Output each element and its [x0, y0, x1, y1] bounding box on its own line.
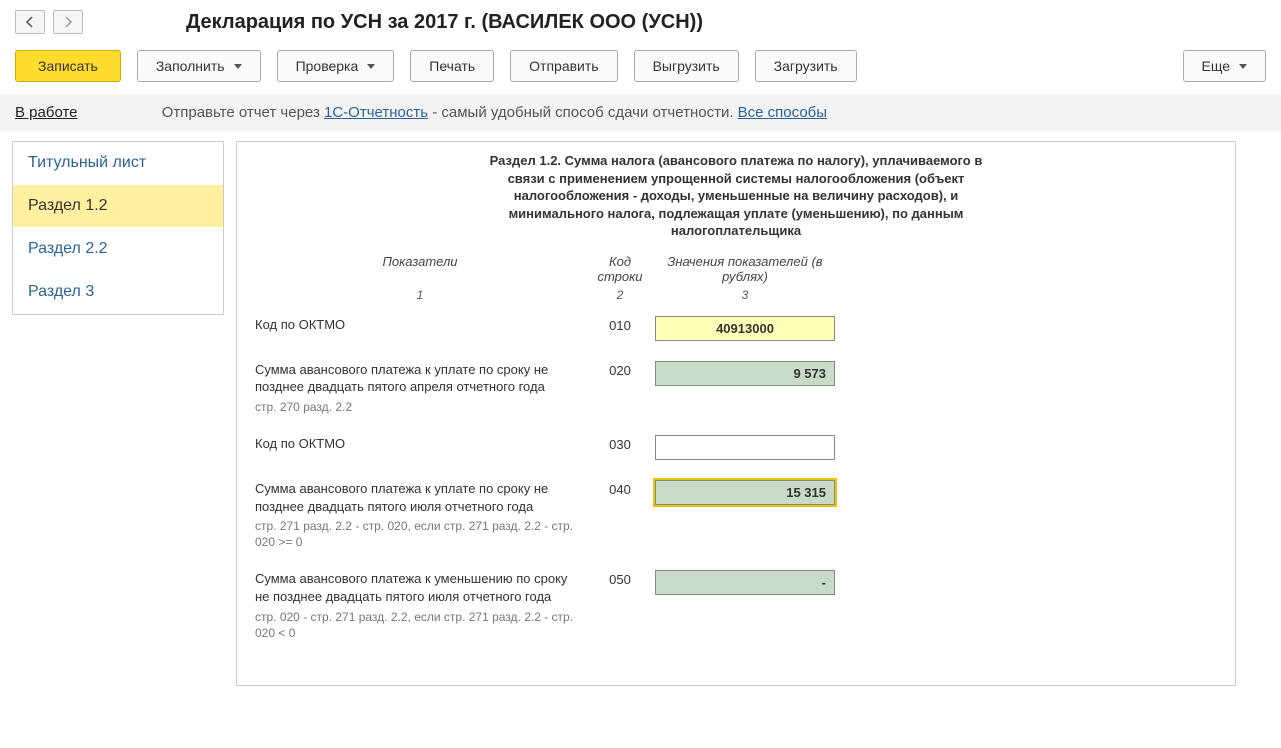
nav-forward-button[interactable]: [53, 10, 83, 34]
row-label-text: Сумма авансового платежа к уплате по сро…: [255, 361, 585, 396]
toolbar: Записать Заполнить Проверка Печать Отпра…: [0, 44, 1281, 94]
row-code: 040: [585, 480, 655, 550]
form-row: Сумма авансового платежа к уплате по сро…: [255, 361, 1217, 415]
row-label: Код по ОКТМО: [255, 435, 585, 460]
link-1c-reporting[interactable]: 1С-Отчетность: [324, 104, 428, 121]
row-code: 050: [585, 570, 655, 640]
export-button[interactable]: Выгрузить: [634, 50, 739, 82]
value-field[interactable]: 40913000: [655, 316, 835, 341]
more-button[interactable]: Еще: [1183, 50, 1267, 82]
status-text: Отправьте отчет через: [162, 104, 324, 121]
row-code: 020: [585, 361, 655, 415]
sidebar-item-section-1-2[interactable]: Раздел 1.2: [13, 185, 223, 228]
row-code: 030: [585, 435, 655, 460]
content-area: Раздел 1.2. Сумма налога (авансового пла…: [236, 141, 1236, 686]
row-value-cell: 40913000: [655, 316, 835, 341]
col-header-code: Код строки: [585, 254, 655, 284]
sidebar: Титульный лист Раздел 1.2 Раздел 2.2 Раз…: [12, 141, 224, 315]
status-text-after: - самый удобный способ сдачи отчетности.: [432, 104, 737, 121]
row-label: Сумма авансового платежа к уплате по сро…: [255, 480, 585, 550]
check-button[interactable]: Проверка: [277, 50, 395, 82]
nav-back-button[interactable]: [15, 10, 45, 34]
form-row: Код по ОКТМО01040913000: [255, 316, 1217, 341]
sidebar-item-section-2-2[interactable]: Раздел 2.2: [13, 228, 223, 271]
row-value-cell: 15 315: [655, 480, 835, 550]
row-note: стр. 020 - стр. 271 разд. 2.2, если стр.…: [255, 609, 585, 641]
sidebar-item-section-3[interactable]: Раздел 3: [13, 271, 223, 314]
send-button[interactable]: Отправить: [510, 50, 617, 82]
sidebar-item-title-page[interactable]: Титульный лист: [13, 142, 223, 185]
col-num-2: 2: [585, 288, 655, 302]
value-field[interactable]: 9 573: [655, 361, 835, 386]
row-note: стр. 271 разд. 2.2 - стр. 020, если стр.…: [255, 518, 585, 550]
status-in-work[interactable]: В работе: [15, 104, 78, 121]
status-bar: В работе Отправьте отчет через 1С-Отчетн…: [0, 94, 1281, 131]
col-num-3: 3: [655, 288, 835, 302]
row-value-cell: [655, 435, 835, 460]
row-value-cell: -: [655, 570, 835, 640]
import-button[interactable]: Загрузить: [755, 50, 857, 82]
form-row: Сумма авансового платежа к уплате по сро…: [255, 480, 1217, 550]
page-title: Декларация по УСН за 2017 г. (ВАСИЛЕК ОО…: [186, 11, 703, 34]
row-label-text: Код по ОКТМО: [255, 316, 585, 334]
value-field[interactable]: -: [655, 570, 835, 595]
print-button[interactable]: Печать: [410, 50, 494, 82]
col-header-values: Значения показателей (в рублях): [655, 254, 835, 284]
row-code: 010: [585, 316, 655, 341]
value-field[interactable]: [655, 435, 835, 460]
row-label: Сумма авансового платежа к уменьшению по…: [255, 570, 585, 640]
row-label-text: Код по ОКТМО: [255, 435, 585, 453]
row-label-text: Сумма авансового платежа к уплате по сро…: [255, 480, 585, 515]
row-value-cell: 9 573: [655, 361, 835, 415]
row-note: стр. 270 разд. 2.2: [255, 399, 585, 415]
fill-button[interactable]: Заполнить: [137, 50, 261, 82]
col-num-1: 1: [255, 288, 585, 302]
row-label: Код по ОКТМО: [255, 316, 585, 341]
section-title: Раздел 1.2. Сумма налога (авансового пла…: [471, 152, 1001, 240]
col-header-indicators: Показатели: [255, 254, 585, 284]
value-field[interactable]: 15 315: [655, 480, 835, 505]
form-row: Код по ОКТМО030: [255, 435, 1217, 460]
save-button[interactable]: Записать: [15, 50, 121, 82]
link-all-methods[interactable]: Все способы: [738, 104, 827, 121]
form-row: Сумма авансового платежа к уменьшению по…: [255, 570, 1217, 640]
row-label-text: Сумма авансового платежа к уменьшению по…: [255, 570, 585, 605]
row-label: Сумма авансового платежа к уплате по сро…: [255, 361, 585, 415]
